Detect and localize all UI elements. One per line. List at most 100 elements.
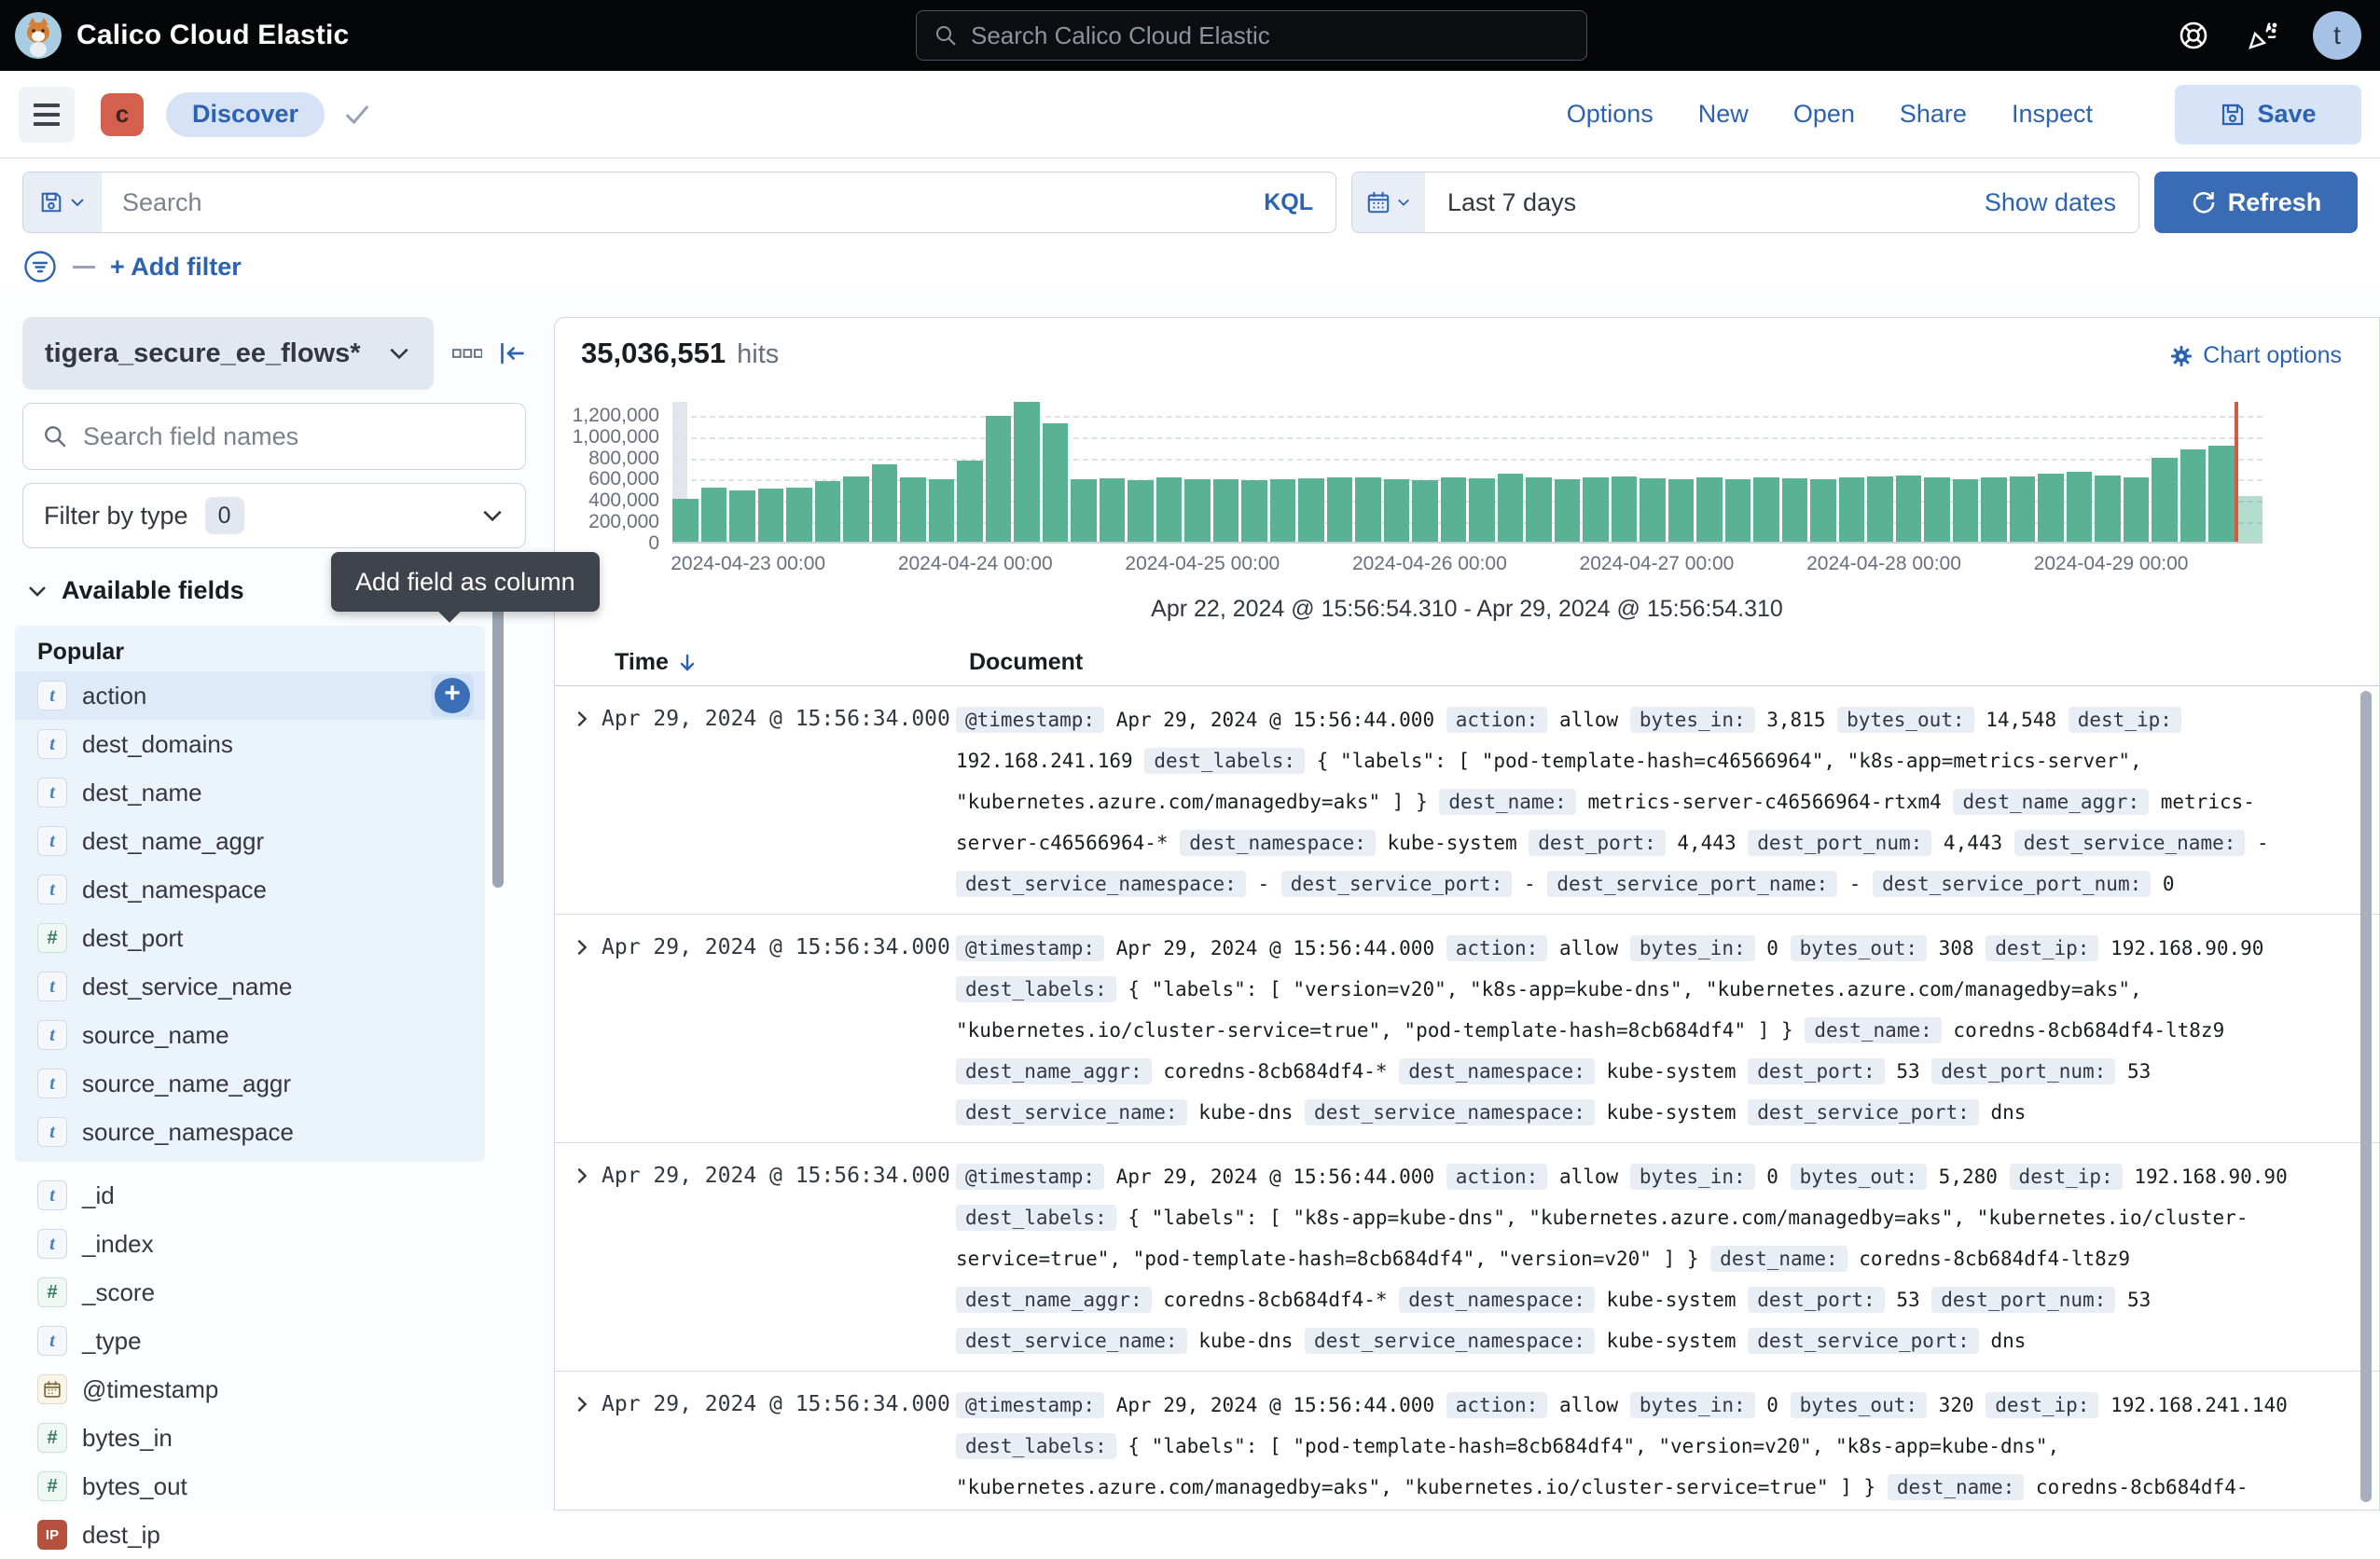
histogram-bar[interactable] xyxy=(1213,479,1239,542)
histogram-bar[interactable] xyxy=(2124,477,2150,542)
histogram-bar[interactable] xyxy=(1896,476,1922,542)
field-search[interactable] xyxy=(22,403,526,470)
chart-options-button[interactable]: Chart options xyxy=(2169,342,2342,369)
histogram-bar[interactable] xyxy=(2095,476,2121,542)
menu-hamburger-button[interactable] xyxy=(19,87,75,143)
histogram-bar[interactable] xyxy=(2067,472,2093,542)
histogram-bar[interactable] xyxy=(1924,477,1950,542)
histogram-bar[interactable] xyxy=(843,476,869,542)
field-search-input[interactable] xyxy=(83,422,506,451)
menu-item-new[interactable]: New xyxy=(1698,100,1749,129)
histogram-bar[interactable] xyxy=(1384,479,1410,542)
field-item-_id[interactable]: t_id xyxy=(15,1171,485,1220)
newsfeed-icon[interactable] xyxy=(2244,17,2281,54)
histogram-bar[interactable] xyxy=(1241,480,1267,542)
histogram-bar[interactable] xyxy=(1526,477,1552,542)
date-picker[interactable]: Last 7 days Show dates xyxy=(1351,172,2139,233)
expand-row-icon[interactable] xyxy=(572,1166,592,1186)
expand-row-icon[interactable] xyxy=(572,1394,592,1414)
histogram-bar[interactable] xyxy=(1355,477,1381,542)
field-item-dest_namespace[interactable]: tdest_namespace xyxy=(15,865,485,914)
index-pattern-select[interactable]: tigera_secure_ee_flows* xyxy=(22,317,434,390)
histogram-bar[interactable] xyxy=(2010,476,2036,542)
menu-item-open[interactable]: Open xyxy=(1793,100,1855,129)
histogram-bar[interactable] xyxy=(786,488,812,542)
time-column-header[interactable]: Time xyxy=(615,649,669,676)
histogram-bar[interactable] xyxy=(1555,479,1581,542)
field-item-source_name[interactable]: tsource_name xyxy=(15,1011,485,1059)
histogram-bar[interactable] xyxy=(1412,480,1438,542)
show-dates-link[interactable]: Show dates xyxy=(1985,188,2138,217)
field-item-dest_ip[interactable]: IPdest_ip xyxy=(15,1511,485,1559)
histogram-bar[interactable] xyxy=(1782,478,1808,542)
space-badge[interactable]: c xyxy=(101,93,144,136)
field-item-source_name_aggr[interactable]: tsource_name_aggr xyxy=(15,1059,485,1108)
histogram-bar[interactable] xyxy=(815,481,841,542)
histogram-bar[interactable] xyxy=(929,479,955,542)
histogram-bar[interactable] xyxy=(1071,479,1097,542)
expand-row-icon[interactable] xyxy=(572,709,592,729)
field-item-source_namespace[interactable]: tsource_namespace xyxy=(15,1108,485,1156)
add-filter-link[interactable]: + Add filter xyxy=(110,253,242,282)
histogram-bar[interactable] xyxy=(957,461,983,542)
field-item-dest_name[interactable]: tdest_name xyxy=(15,768,485,817)
user-avatar[interactable]: t xyxy=(2313,11,2361,60)
histogram-bar[interactable] xyxy=(1469,478,1495,542)
field-item-bytes_out[interactable]: #bytes_out xyxy=(15,1462,485,1511)
breadcrumb-discover[interactable]: Discover xyxy=(166,92,325,137)
histogram-bar[interactable] xyxy=(1298,478,1324,542)
histogram-bar[interactable] xyxy=(1612,476,1638,542)
histogram-bar[interactable] xyxy=(1327,477,1353,542)
table-scrollbar[interactable] xyxy=(2360,691,2372,1502)
kql-toggle[interactable]: KQL xyxy=(1264,189,1335,216)
histogram-bar[interactable] xyxy=(1753,477,1779,542)
histogram-bar[interactable] xyxy=(1128,480,1154,542)
saved-query-menu-button[interactable] xyxy=(23,172,102,232)
collapse-sidebar-icon[interactable] xyxy=(497,338,526,368)
filter-menu-icon[interactable] xyxy=(22,249,58,284)
histogram-bar[interactable] xyxy=(1839,477,1865,542)
time-range-value[interactable]: Last 7 days xyxy=(1425,188,1576,217)
menu-item-inspect[interactable]: Inspect xyxy=(2012,100,2093,129)
field-item-dest_service_name[interactable]: tdest_service_name xyxy=(15,962,485,1011)
histogram-bar[interactable] xyxy=(2152,458,2178,542)
histogram-bar[interactable] xyxy=(1867,476,1893,542)
histogram-bar[interactable] xyxy=(2180,449,2207,542)
global-search-input[interactable] xyxy=(971,21,1570,50)
histogram-bar[interactable] xyxy=(1184,479,1211,542)
histogram-bar[interactable] xyxy=(1953,479,1979,542)
expand-row-icon[interactable] xyxy=(572,937,592,958)
field-item-dest_port[interactable]: #dest_port xyxy=(15,914,485,962)
field-item-bytes_in[interactable]: #bytes_in xyxy=(15,1414,485,1462)
histogram-bar[interactable] xyxy=(1640,478,1666,542)
histogram-bar[interactable] xyxy=(1043,423,1069,542)
histogram-plot[interactable] xyxy=(672,402,2262,544)
histogram-bar[interactable] xyxy=(672,499,699,542)
histogram-bar[interactable] xyxy=(2038,474,2064,542)
field-item-dest_name_aggr[interactable]: tdest_name_aggr xyxy=(15,817,485,865)
field-groups-icon[interactable] xyxy=(452,348,483,359)
histogram-bar[interactable] xyxy=(1014,402,1040,542)
refresh-button[interactable]: Refresh xyxy=(2154,172,2358,233)
query-input[interactable] xyxy=(102,188,1264,217)
histogram-bar[interactable] xyxy=(2208,446,2235,542)
add-field-as-column-button[interactable]: + xyxy=(431,674,474,717)
histogram-bar[interactable] xyxy=(1725,479,1751,542)
field-item-dest_domains[interactable]: tdest_domains xyxy=(15,720,485,768)
menu-item-options[interactable]: Options xyxy=(1567,100,1654,129)
save-button[interactable]: Save xyxy=(2175,85,2361,145)
histogram-bar[interactable] xyxy=(1696,477,1723,542)
field-item-_score[interactable]: #_score xyxy=(15,1268,485,1317)
histogram-bar[interactable] xyxy=(1100,478,1126,542)
histogram-bar[interactable] xyxy=(1270,479,1296,542)
histogram-bar[interactable] xyxy=(2237,496,2263,542)
sort-descending-icon[interactable] xyxy=(676,652,699,674)
histogram-bar[interactable] xyxy=(1810,479,1836,542)
histogram-bar[interactable] xyxy=(900,477,926,542)
filter-by-type-select[interactable]: Filter by type 0 xyxy=(22,483,526,548)
kql-search-control[interactable]: KQL xyxy=(22,172,1336,233)
histogram-bar[interactable] xyxy=(1981,477,2007,542)
histogram-bar[interactable] xyxy=(872,464,898,542)
field-item-@timestamp[interactable]: @timestamp xyxy=(15,1365,485,1414)
help-lifebuoy-icon[interactable] xyxy=(2175,17,2212,54)
